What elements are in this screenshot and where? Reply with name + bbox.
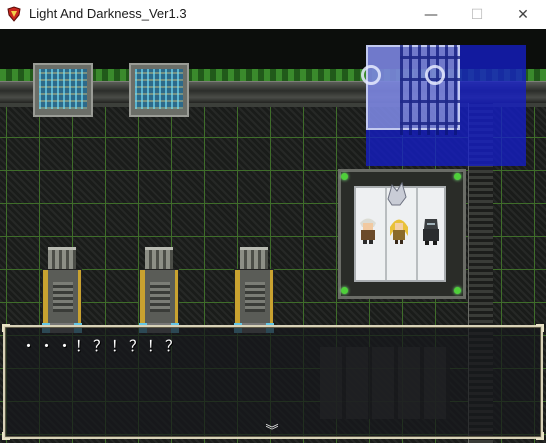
window-titlebar[interactable]: Light And Darkness_Ver1.3 — ☐ ✕ (0, 0, 546, 30)
machine-body (42, 269, 82, 325)
generator-machine-2 (139, 247, 179, 335)
window-title: Light And Darkness_Ver1.3 (29, 6, 187, 21)
frame-corner (536, 324, 544, 332)
monitor-screen (135, 69, 183, 109)
silver-wolf-sprite (387, 181, 407, 206)
green-light (341, 173, 348, 180)
minimap-node-icon (361, 65, 381, 85)
maximize-button[interactable]: ☐ (454, 0, 500, 29)
wall-monitor-right (129, 63, 189, 117)
white-haired-hero-sprite (360, 218, 376, 244)
green-light (341, 287, 348, 294)
close-icon: ✕ (517, 6, 529, 23)
frame-corner (2, 324, 10, 332)
minimize-icon: — (424, 6, 438, 23)
minimap-walls (400, 45, 460, 135)
frame-corner (536, 432, 544, 440)
dark-armored-knight-sprite (423, 219, 439, 245)
machine-body (234, 269, 274, 325)
message-window[interactable]: ・・・！？！？！？ (2, 324, 544, 440)
machine-body (139, 269, 179, 325)
app-emblem-icon (7, 6, 21, 22)
frame-corner (2, 432, 10, 440)
green-light (454, 173, 461, 180)
monitor-screen (39, 69, 87, 109)
double-chevron-down-icon[interactable]: ︾ (264, 425, 280, 439)
close-button[interactable]: ✕ (500, 0, 546, 29)
minimap-node-icon (425, 65, 445, 85)
green-light (454, 287, 461, 294)
wall-monitor-left (33, 63, 93, 117)
generator-machine-3 (234, 247, 274, 335)
blonde-girl-sprite (390, 219, 408, 244)
game-viewport[interactable]: ・・・！？！？！？ ︾ (0, 29, 546, 443)
generator-machine-1 (42, 247, 82, 335)
minimize-button[interactable]: — (408, 0, 454, 29)
maximize-icon: ☐ (470, 6, 484, 23)
dialog-message: ・・・！？！？！？ (21, 337, 184, 355)
